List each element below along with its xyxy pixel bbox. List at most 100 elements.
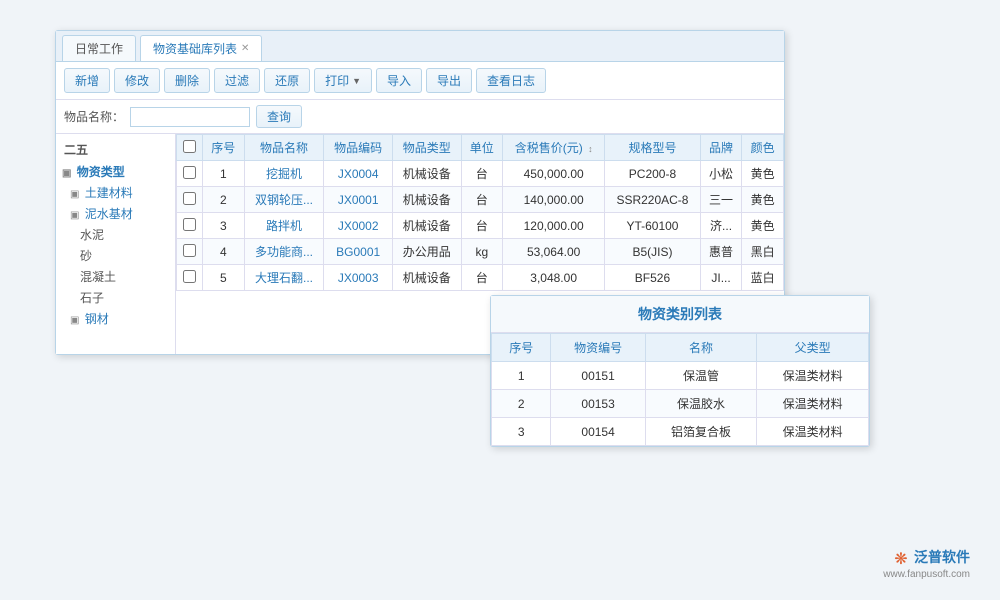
filter-button[interactable]: 过滤 — [214, 68, 260, 93]
row-name-2[interactable]: 路拌机 — [244, 213, 324, 239]
row-unit-1: 台 — [461, 187, 503, 213]
sidebar-item-soil-material[interactable]: ▣ 土建材料 — [56, 182, 175, 203]
srow-seq-1: 2 — [492, 390, 551, 418]
sidebar-category-label[interactable]: ▣ 物资类型 — [56, 161, 175, 182]
th-type: 物品类型 — [392, 135, 461, 161]
row-name-0[interactable]: 挖掘机 — [244, 161, 324, 187]
row-type-1: 机械设备 — [392, 187, 461, 213]
row-color-2: 黄色 — [742, 213, 784, 239]
row-spec-2: YT-60100 — [605, 213, 701, 239]
table-row: 5 大理石翻... JX0003 机械设备 台 3,048.00 BF526 J… — [177, 265, 784, 291]
tab-material-list[interactable]: 物资基础库列表 ✕ — [140, 35, 262, 61]
price-sort-icon: ↕ — [588, 144, 593, 154]
steel-expand-icon: ▣ — [70, 315, 79, 326]
row-checkbox-0[interactable] — [177, 161, 203, 187]
sidebar-item-sand[interactable]: 砂 — [56, 245, 175, 266]
row-name-3[interactable]: 多功能商... — [244, 239, 324, 265]
sidebar-header: 二五 — [56, 138, 175, 161]
row-seq-4: 5 — [203, 265, 245, 291]
row-seq-1: 2 — [203, 187, 245, 213]
row-code-1[interactable]: JX0001 — [324, 187, 393, 213]
row-brand-2: 济... — [700, 213, 742, 239]
sidebar-item-mortar-material[interactable]: ▣ 泥水基材 — [56, 203, 175, 224]
row-name-1[interactable]: 双钢轮压... — [244, 187, 324, 213]
category-expand-icon: ▣ — [62, 168, 71, 179]
row-color-0: 黄色 — [742, 161, 784, 187]
row-checkbox-1[interactable] — [177, 187, 203, 213]
srow-parent-2: 保温类材料 — [757, 418, 869, 446]
delete-button[interactable]: 删除 — [164, 68, 210, 93]
row-code-4[interactable]: JX0003 — [324, 265, 393, 291]
row-code-3[interactable]: BG0001 — [324, 239, 393, 265]
table-row: 3 路拌机 JX0002 机械设备 台 120,000.00 YT-60100 … — [177, 213, 784, 239]
th-price[interactable]: 含税售价(元) ↕ — [503, 135, 605, 161]
search-input[interactable] — [130, 107, 250, 127]
secondary-th-parent: 父类型 — [757, 334, 869, 362]
import-button[interactable]: 导入 — [376, 68, 422, 93]
srow-code-2: 00154 — [551, 418, 645, 446]
secondary-th-seq: 序号 — [492, 334, 551, 362]
new-button[interactable]: 新增 — [64, 68, 110, 93]
row-name-4[interactable]: 大理石翻... — [244, 265, 324, 291]
srow-seq-0: 1 — [492, 362, 551, 390]
sidebar-item-stone[interactable]: 石子 — [56, 287, 175, 308]
th-spec: 规格型号 — [605, 135, 701, 161]
row-spec-0: PC200-8 — [605, 161, 701, 187]
row-unit-4: 台 — [461, 265, 503, 291]
print-button[interactable]: 打印 ▼ — [314, 68, 372, 93]
row-color-4: 蓝白 — [742, 265, 784, 291]
row-code-0[interactable]: JX0004 — [324, 161, 393, 187]
row-seq-0: 1 — [203, 161, 245, 187]
secondary-window: 物资类别列表 序号 物资编号 名称 父类型 1 00151 保温管 保温类材料 … — [490, 295, 870, 447]
select-all-checkbox[interactable] — [183, 140, 196, 153]
search-bar: 物品名称： 查询 — [56, 100, 784, 134]
secondary-table-row: 2 00153 保温胶水 保温类材料 — [492, 390, 869, 418]
row-price-4: 3,048.00 — [503, 265, 605, 291]
soil-expand-icon: ▣ — [70, 189, 79, 200]
logo-url: www.fanpusoft.com — [883, 569, 970, 580]
th-code: 物品编码 — [324, 135, 393, 161]
tab-material-list-label: 物资基础库列表 — [153, 40, 237, 57]
row-checkbox-2[interactable] — [177, 213, 203, 239]
logo: ❋ 泛普软件 www.fanpusoft.com — [883, 547, 970, 580]
row-color-1: 黄色 — [742, 187, 784, 213]
tab-close-icon[interactable]: ✕ — [241, 43, 249, 54]
restore-button[interactable]: 还原 — [264, 68, 310, 93]
srow-name-0: 保温管 — [645, 362, 757, 390]
tab-daily-work[interactable]: 日常工作 — [62, 35, 136, 61]
toolbar: 新增 修改 删除 过滤 还原 打印 ▼ 导入 导出 查看日志 — [56, 62, 784, 100]
table-row: 1 挖掘机 JX0004 机械设备 台 450,000.00 PC200-8 小… — [177, 161, 784, 187]
query-button[interactable]: 查询 — [256, 105, 302, 128]
search-label: 物品名称： — [64, 108, 124, 125]
srow-name-2: 铝箔复合板 — [645, 418, 757, 446]
row-spec-1: SSR220AC-8 — [605, 187, 701, 213]
srow-parent-1: 保温类材料 — [757, 390, 869, 418]
row-unit-2: 台 — [461, 213, 503, 239]
row-price-0: 450,000.00 — [503, 161, 605, 187]
srow-code-1: 00153 — [551, 390, 645, 418]
row-spec-3: B5(JIS) — [605, 239, 701, 265]
row-brand-0: 小松 — [700, 161, 742, 187]
row-brand-1: 三一 — [700, 187, 742, 213]
table-body: 1 挖掘机 JX0004 机械设备 台 450,000.00 PC200-8 小… — [177, 161, 784, 291]
secondary-table-row: 1 00151 保温管 保温类材料 — [492, 362, 869, 390]
row-checkbox-3[interactable] — [177, 239, 203, 265]
edit-button[interactable]: 修改 — [114, 68, 160, 93]
view-log-button[interactable]: 查看日志 — [476, 68, 546, 93]
srow-name-1: 保温胶水 — [645, 390, 757, 418]
row-code-2[interactable]: JX0002 — [324, 213, 393, 239]
sidebar-item-cement[interactable]: 水泥 — [56, 224, 175, 245]
export-button[interactable]: 导出 — [426, 68, 472, 93]
row-price-3: 53,064.00 — [503, 239, 605, 265]
row-checkbox-4[interactable] — [177, 265, 203, 291]
th-checkbox — [177, 135, 203, 161]
th-color: 颜色 — [742, 135, 784, 161]
table-header-row: 序号 物品名称 物品编码 物品类型 单位 含税售价(元) ↕ 规格型号 品牌 颜… — [177, 135, 784, 161]
sidebar-item-steel[interactable]: ▣ 钢材 — [56, 308, 175, 329]
srow-parent-0: 保温类材料 — [757, 362, 869, 390]
sidebar-item-concrete[interactable]: 混凝土 — [56, 266, 175, 287]
material-table: 序号 物品名称 物品编码 物品类型 单位 含税售价(元) ↕ 规格型号 品牌 颜… — [176, 134, 784, 291]
row-brand-4: JI... — [700, 265, 742, 291]
th-name: 物品名称 — [244, 135, 324, 161]
row-color-3: 黑白 — [742, 239, 784, 265]
